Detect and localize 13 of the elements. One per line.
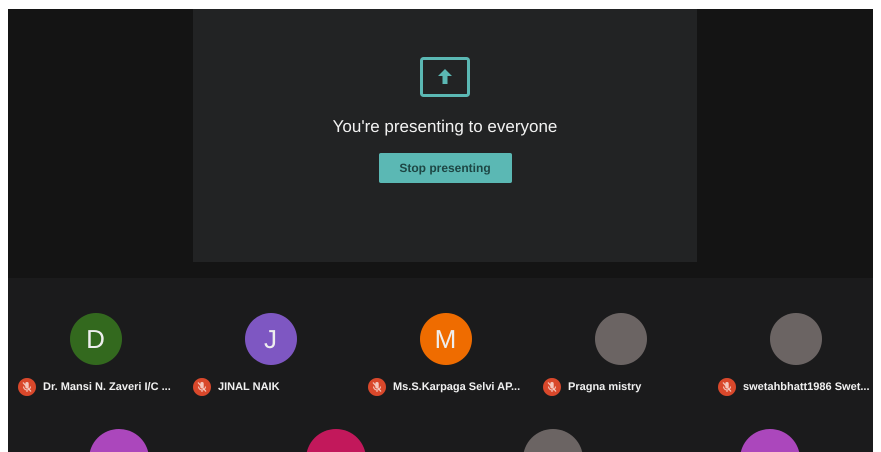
avatar: J	[244, 313, 296, 365]
present-screen-icon	[420, 57, 470, 97]
participant-name: Pragna mistry	[568, 381, 642, 393]
photo-placeholder	[594, 313, 646, 365]
presenting-message: You're presenting to everyone	[332, 117, 558, 137]
photo-placeholder	[770, 313, 822, 365]
participant-name: swetahbhatt1986 Swet...	[743, 381, 870, 393]
participant-name: JINAL NAIK	[218, 381, 280, 393]
avatar: M	[420, 313, 472, 365]
participant-name: Ms.S.Karpaga Selvi AP...	[393, 381, 520, 393]
participant-name: Dr. Mansi N. Zaveri I/C ...	[43, 381, 171, 393]
stop-presenting-button[interactable]: Stop presenting	[378, 153, 512, 183]
avatar: D	[70, 313, 122, 365]
